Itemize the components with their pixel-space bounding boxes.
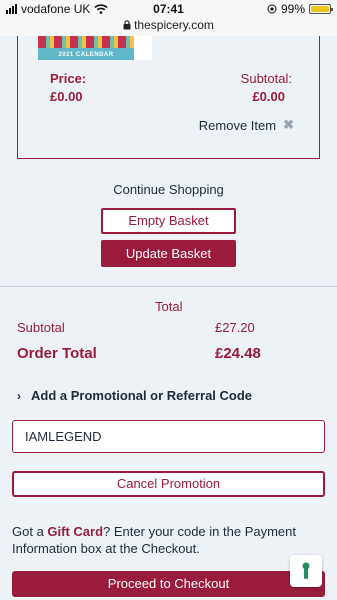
totals-heading: Total <box>155 299 183 314</box>
battery-percent: 99% <box>280 2 305 16</box>
update-basket-button[interactable]: Update Basket <box>101 240 236 267</box>
price-label: Price: <box>50 71 87 86</box>
section-divider <box>0 286 337 287</box>
remove-x-icon: ✖ <box>283 117 294 132</box>
cancel-promotion-button[interactable]: Cancel Promotion <box>12 471 325 497</box>
proceed-to-checkout-button[interactable]: Proceed to Checkout <box>12 571 325 597</box>
subtotal-value: £27.20 <box>215 320 255 335</box>
price-value: £0.00 <box>50 89 83 104</box>
location-icon <box>267 4 277 14</box>
url-text: thespicery.com <box>134 18 214 32</box>
promo-toggle-label: Add a Promotional or Referral Code <box>31 388 253 403</box>
status-bar: vodafone UK 07:41 99% thespicery.com <box>0 0 337 36</box>
lock-icon <box>123 20 131 30</box>
feedback-icon <box>302 562 310 579</box>
order-total-value: £24.48 <box>215 345 261 362</box>
chevron-right-icon: › <box>17 388 21 403</box>
promo-code-input[interactable] <box>12 420 325 453</box>
url-bar[interactable]: thespicery.com <box>0 18 337 32</box>
gift-card-note: Got a Gift Card? Enter your code in the … <box>12 523 312 557</box>
order-total-label: Order Total <box>17 345 97 362</box>
promo-code-toggle[interactable]: › Add a Promotional or Referral Code <box>17 388 252 403</box>
remove-item-label: Remove Item <box>198 117 277 133</box>
thumbnail-edge <box>134 36 152 60</box>
thumbnail-caption: 2021 CALENDAR <box>58 52 114 58</box>
remove-item-button[interactable]: Remove Item ✖ <box>199 117 294 133</box>
continue-shopping-link[interactable]: Continue Shopping <box>0 182 337 197</box>
empty-basket-button[interactable]: Empty Basket <box>101 208 236 234</box>
feedback-widget[interactable] <box>290 555 322 587</box>
status-right: 99% <box>267 2 333 16</box>
thumbnail-artwork <box>38 36 134 48</box>
gift-card-highlight: Gift Card <box>47 524 104 539</box>
item-subtotal-label: Subtotal: <box>240 71 292 86</box>
gift-card-prefix: Got a <box>12 524 48 539</box>
battery-icon <box>309 4 333 14</box>
basket-item-card: 2021 CALENDAR Price: £0.00 Subtotal: £0.… <box>17 36 320 159</box>
product-thumbnail[interactable]: 2021 CALENDAR <box>38 36 134 60</box>
subtotal-label: Subtotal <box>17 320 65 335</box>
item-subtotal-value: £0.00 <box>252 89 285 104</box>
